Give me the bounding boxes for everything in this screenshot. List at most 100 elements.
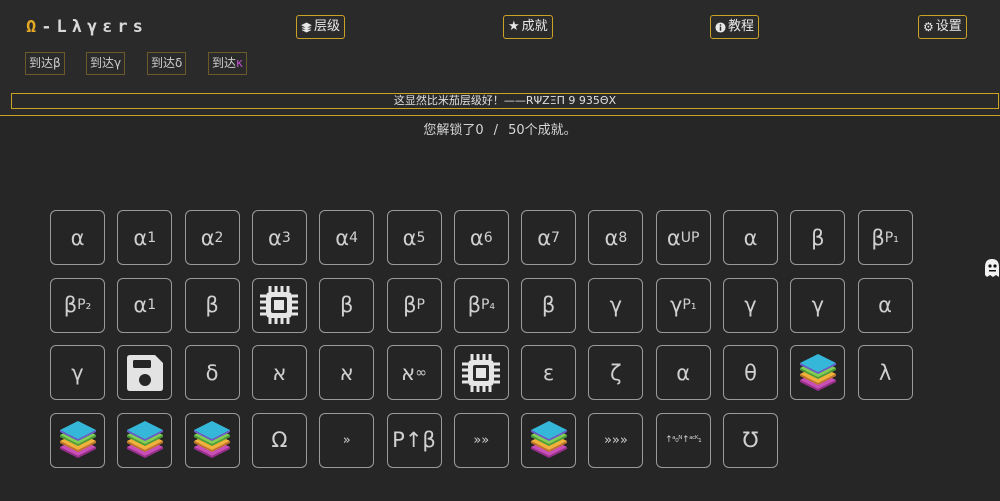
achievement-tile[interactable]: θ bbox=[723, 345, 778, 400]
achievement-symbol: α bbox=[604, 225, 619, 250]
achievement-tile[interactable]: α8 bbox=[588, 210, 644, 265]
achievement-tile[interactable]: β P₁ bbox=[857, 210, 913, 265]
achievement-tile[interactable]: α4 bbox=[319, 210, 375, 265]
achievement-tile[interactable]: א bbox=[251, 345, 307, 400]
achievement-tile[interactable]: ζ bbox=[588, 345, 644, 400]
achievement-tile[interactable]: γ P₁ bbox=[655, 277, 711, 333]
achievement-tile[interactable] bbox=[50, 412, 105, 468]
achievement-tile[interactable]: β bbox=[319, 277, 375, 333]
achievement-symbol: α bbox=[200, 225, 215, 250]
achievement-symbol: γ bbox=[669, 293, 683, 317]
achievement-tile[interactable] bbox=[790, 345, 846, 400]
achievement-tile[interactable]: α7 bbox=[521, 210, 577, 265]
achievement-symbol: Ʊ bbox=[742, 428, 759, 452]
achievement-symbol: α bbox=[335, 225, 350, 250]
achievement-tile[interactable]: Ʊ bbox=[723, 412, 778, 468]
achievement-subscript: 1 bbox=[147, 297, 157, 313]
achievement-subscript: UP bbox=[680, 229, 700, 246]
achievement-symbol: α bbox=[666, 225, 681, 250]
achievement-symbol: β bbox=[467, 293, 481, 317]
achievement-tile[interactable]: α1 bbox=[117, 210, 173, 265]
achievement-tile[interactable]: β P₂ bbox=[50, 277, 105, 333]
achievement-tile[interactable]: β P₄ bbox=[453, 277, 509, 333]
achievement-tile[interactable]: א ∞ bbox=[386, 345, 442, 400]
achievement-symbol: ↑ᵃ₀ᴺ↑ᵃᶜᴷ₁ bbox=[665, 435, 702, 445]
goto-gamma-button[interactable]: 到达γ bbox=[86, 52, 126, 75]
achievement-tile[interactable]: ↑ᵃ₀ᴺ↑ᵃᶜᴷ₁ bbox=[655, 412, 711, 468]
achievement-subscript: P₁ bbox=[884, 229, 899, 246]
achievement-symbol: α bbox=[537, 225, 552, 250]
goto-beta-button[interactable]: 到达β bbox=[25, 52, 65, 75]
achievement-tile[interactable] bbox=[184, 412, 240, 468]
achievement-tile[interactable]: α bbox=[50, 210, 105, 265]
achievement-tile[interactable]: λ bbox=[857, 345, 913, 400]
achievement-tile[interactable]: β bbox=[184, 277, 240, 333]
achievement-tile[interactable]: β bbox=[521, 277, 577, 333]
layers-stack-icon bbox=[798, 353, 838, 393]
achievement-subscript: 2 bbox=[214, 229, 224, 246]
achievement-tile[interactable]: γ bbox=[50, 345, 105, 400]
achievement-tile[interactable]: α UP bbox=[655, 210, 711, 265]
nav-layers-button[interactable]: 层级 bbox=[296, 15, 346, 39]
achievement-symbol: α bbox=[133, 293, 148, 317]
achievement-tile[interactable]: α3 bbox=[251, 210, 307, 265]
achievement-tile[interactable]: γ bbox=[588, 277, 644, 333]
achievement-tile[interactable]: א bbox=[319, 345, 375, 400]
achievement-tile[interactable]: ε bbox=[521, 345, 577, 400]
achievement-symbol: α bbox=[878, 293, 893, 317]
achievement-tile[interactable]: »»» bbox=[588, 412, 644, 468]
achievement-tile[interactable]: δ bbox=[184, 345, 240, 400]
achievement-symbol: δ bbox=[205, 360, 219, 385]
achievement-tile[interactable]: α bbox=[655, 345, 711, 400]
info-icon bbox=[715, 21, 726, 33]
achievement-tile[interactable] bbox=[453, 345, 509, 400]
achievement-tile[interactable]: » bbox=[319, 412, 375, 468]
achievement-tile[interactable]: α2 bbox=[184, 210, 240, 265]
achievement-symbol: α bbox=[676, 360, 691, 385]
achievement-symbol: ζ bbox=[610, 360, 622, 385]
achievement-symbol: γ bbox=[71, 360, 84, 385]
achievement-subscript: 7 bbox=[551, 229, 560, 246]
nav-tutorial-button[interactable]: 教程 bbox=[710, 15, 760, 39]
chip-icon bbox=[257, 283, 301, 327]
achievement-tile[interactable]: γ bbox=[723, 277, 778, 333]
achievement-tile[interactable]: Ω bbox=[251, 412, 307, 468]
ghost-icon[interactable] bbox=[983, 258, 1000, 278]
achievement-tile[interactable]: »» bbox=[453, 412, 509, 468]
achievement-symbol: α bbox=[133, 225, 148, 250]
achievement-symbol: θ bbox=[744, 360, 757, 385]
goto-kappa-button[interactable]: 到达κ bbox=[208, 52, 248, 75]
achievement-tile[interactable] bbox=[117, 345, 173, 400]
achievement-subscript: 3 bbox=[281, 229, 291, 246]
logo: Ω-Lλγεrs bbox=[26, 17, 148, 37]
achievement-symbol: λ bbox=[878, 360, 892, 385]
nav-settings-button[interactable]: ⚙ 设置 bbox=[918, 15, 967, 39]
achievement-tile[interactable]: α bbox=[857, 277, 913, 333]
achievement-symbol: α bbox=[743, 225, 758, 250]
achievement-tile[interactable]: α6 bbox=[453, 210, 509, 265]
achievement-tile[interactable] bbox=[251, 277, 307, 333]
achievement-symbol: »»» bbox=[603, 432, 628, 448]
achievement-symbol: » bbox=[342, 432, 351, 448]
achievement-tile[interactable]: β bbox=[790, 210, 846, 265]
achievement-subscript: P bbox=[416, 297, 425, 313]
nav-achievements-button[interactable]: ★ 成就 bbox=[503, 15, 553, 39]
achievement-symbol: Ω bbox=[271, 428, 288, 452]
achievement-tile[interactable]: α5 bbox=[386, 210, 442, 265]
achievement-tile[interactable] bbox=[117, 412, 173, 468]
achievement-tile[interactable]: α bbox=[723, 210, 778, 265]
layers-stack-icon bbox=[125, 420, 165, 460]
achievement-symbol: β bbox=[541, 293, 556, 317]
save-icon bbox=[124, 352, 166, 394]
achievement-symbol: γ bbox=[744, 293, 757, 317]
achievement-tile[interactable]: γ bbox=[790, 277, 846, 333]
achievement-tile[interactable]: α1 bbox=[117, 277, 173, 333]
achievement-subscript: 4 bbox=[349, 229, 359, 246]
achievement-tile[interactable]: βP bbox=[386, 277, 442, 333]
goto-delta-button[interactable]: 到达δ bbox=[147, 52, 187, 75]
achievement-symbol: β bbox=[403, 293, 417, 317]
layers-stack-icon bbox=[58, 420, 98, 460]
achievement-tile[interactable] bbox=[521, 412, 577, 468]
achievement-tile[interactable]: P↑β bbox=[386, 412, 442, 468]
achievement-symbol: β bbox=[339, 293, 354, 317]
